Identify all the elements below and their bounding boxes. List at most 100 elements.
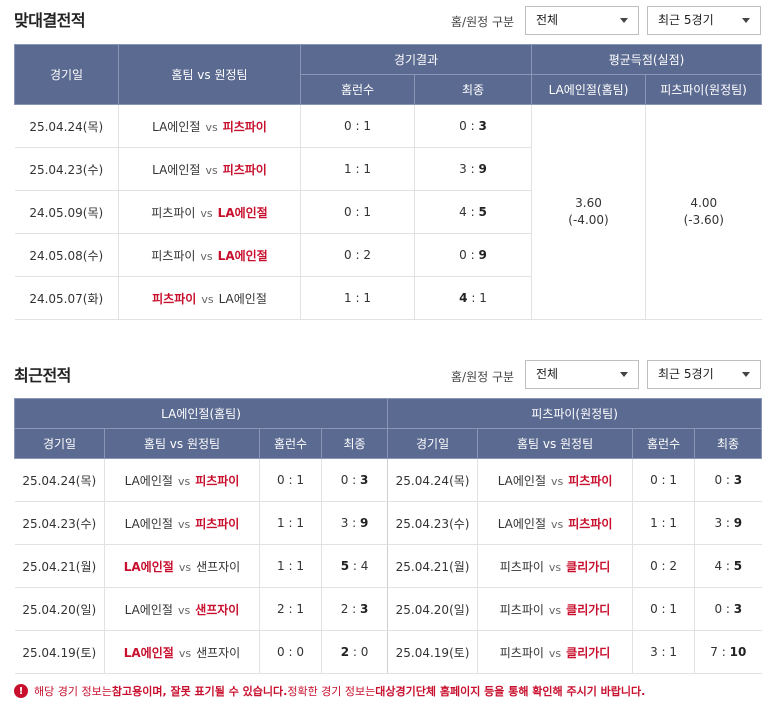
away-team[interactable]: 피츠파이 — [195, 517, 239, 531]
home-team[interactable]: 피츠파이 — [151, 249, 195, 263]
final-score-cell: 5 : 45 : 4 — [320, 544, 388, 588]
home-team[interactable]: 피츠파이 — [151, 206, 195, 220]
final-score-home: 5 — [340, 559, 350, 573]
homeruns-cell: 0 : 2 — [300, 233, 415, 277]
final-score-home: 3 — [459, 162, 467, 176]
h2h-scope-value: 전체 — [536, 13, 559, 27]
notice-text-3: 정확한 경기 정보는 — [287, 685, 376, 698]
h2h-range-select[interactable]: 최근 5경기 — [647, 6, 761, 35]
away-team[interactable]: 클리가디 — [566, 603, 610, 617]
h2h-header-homeruns: 홈런수 — [300, 74, 415, 105]
h2h-header-date: 경기일 — [14, 44, 119, 105]
away-team[interactable]: 샌프자이 — [196, 560, 240, 574]
matchup-cell: 피츠파이 vs LA에인절 — [118, 276, 301, 320]
final-score-away: 5 — [733, 559, 743, 573]
recent-range-select[interactable]: 최근 5경기 — [647, 360, 761, 389]
away-team[interactable]: 클리가디 — [566, 646, 610, 660]
vs-label: vs — [201, 292, 214, 306]
home-team[interactable]: LA에인절 — [124, 646, 174, 660]
final-score-home: 0 — [714, 473, 723, 487]
h2h-header-matchup: 홈팀 vs 원정팀 — [118, 44, 301, 105]
away-team[interactable]: 피츠파이 — [568, 517, 612, 531]
final-score-cell: 4 : 54 : 5 — [694, 544, 762, 588]
vs-label: vs — [178, 560, 192, 574]
final-score-home: 0 — [459, 119, 467, 133]
home-team[interactable]: LA에인절 — [125, 474, 173, 488]
away-team[interactable]: 피츠파이 — [195, 474, 239, 488]
homeruns-cell: 1 : 1 — [300, 147, 415, 191]
recent-scope-select[interactable]: 전체 — [525, 360, 639, 389]
final-score-home: 7 — [710, 645, 718, 659]
final-score-sep: : — [348, 473, 360, 487]
final-score-cell: 3 : 93 : 9 — [413, 147, 532, 191]
home-team[interactable]: LA에인절 — [498, 474, 546, 488]
final-score-cell: 3 : 93 : 9 — [320, 501, 388, 545]
homeruns-cell: 0 : 0 — [259, 630, 322, 674]
h2h-range-value: 최근 5경기 — [658, 13, 714, 27]
matchup-cell: LA에인절 vs 샌프자이 — [104, 587, 260, 631]
home-team[interactable]: LA에인절 — [124, 560, 174, 574]
homeruns-cell: 0 : 1 — [632, 587, 695, 631]
away-team[interactable]: LA에인절 — [218, 249, 268, 263]
final-score-home: 4 — [714, 559, 723, 573]
vs-label: vs — [177, 474, 191, 488]
home-team[interactable]: 피츠파이 — [500, 560, 544, 574]
away-team[interactable]: 피츠파이 — [568, 474, 612, 488]
homeruns-cell: 1 : 1 — [632, 501, 695, 545]
final-score-sep: : — [466, 119, 479, 133]
home-team[interactable]: LA에인절 — [152, 120, 200, 134]
away-team[interactable]: 클리가디 — [566, 560, 610, 574]
away-team[interactable]: 샌프자이 — [196, 646, 240, 660]
date-cell: 25.04.21(월) — [387, 544, 478, 588]
away-team[interactable]: LA에인절 — [219, 292, 267, 306]
vs-label: vs — [177, 517, 191, 531]
home-team[interactable]: LA에인절 — [125, 517, 173, 531]
recent-header-homeruns: 홈런수 — [632, 428, 696, 459]
recent-range-value: 최근 5경기 — [658, 367, 714, 381]
chevron-down-icon — [620, 18, 628, 23]
home-team[interactable]: LA에인절 — [152, 163, 200, 177]
final-score-cell: 3 : 93 : 9 — [694, 501, 762, 545]
vs-label: vs — [550, 517, 564, 531]
homeruns-cell: 1 : 1 — [259, 501, 322, 545]
recent-row: 25.04.21(월)LA에인절vs샌프자이1 : 15 : 45 : 425.… — [14, 544, 762, 588]
final-score-sep: : — [349, 559, 361, 573]
date-cell: 25.04.24(목) — [14, 458, 105, 502]
away-team[interactable]: 피츠파이 — [223, 120, 267, 134]
final-score-sep: : — [348, 516, 360, 530]
final-score-sep: : — [722, 473, 734, 487]
away-team[interactable]: LA에인절 — [218, 206, 268, 220]
home-team[interactable]: LA에인절 — [125, 603, 173, 617]
home-team[interactable]: 피츠파이 — [500, 646, 544, 660]
avg-home-cell: 3.60 (-4.00) — [531, 104, 646, 320]
vs-label: vs — [200, 249, 213, 263]
away-team[interactable]: 피츠파이 — [223, 163, 267, 177]
homeruns-cell: 2 : 1 — [259, 587, 322, 631]
home-team[interactable]: 피츠파이 — [500, 603, 544, 617]
away-team[interactable]: 샌프자이 — [195, 603, 239, 617]
final-score-cell: 4 : 54 : 5 — [413, 190, 532, 234]
final-score-cell: 0 : 30 : 3 — [413, 104, 532, 148]
final-score-away: 3 — [360, 473, 369, 487]
vs-label: vs — [548, 560, 562, 574]
date-cell: 25.04.19(토) — [14, 630, 105, 674]
matchup-cell: 피츠파이 vs 클리가디 — [477, 587, 633, 631]
home-team[interactable]: 피츠파이 — [152, 292, 196, 306]
date-cell: 25.04.19(토) — [387, 630, 478, 674]
final-score-away: 9 — [733, 516, 743, 530]
recent-title: 최근전적 — [14, 366, 71, 385]
matchup-cell: 피츠파이 vs LA에인절 — [118, 190, 301, 234]
final-score-cell: 4 : 14 : 1 — [413, 276, 532, 320]
final-score-sep: : — [466, 205, 479, 219]
exclamation-icon: ! — [14, 684, 28, 698]
vs-label: vs — [550, 474, 564, 488]
h2h-scope-select[interactable]: 전체 — [525, 6, 639, 35]
matchup-cell: LA에인절 vs 피츠파이 — [104, 458, 260, 502]
final-score-away: 3 — [360, 602, 369, 616]
recent-header-date: 경기일 — [387, 428, 479, 459]
date-cell: 25.04.21(월) — [14, 544, 105, 588]
home-team[interactable]: LA에인절 — [498, 517, 546, 531]
notice-text-1: 해당 경기 정보는 — [34, 685, 112, 698]
matchup-cell: 피츠파이 vs 클리가디 — [477, 630, 633, 674]
date-cell: 25.04.23(수) — [14, 147, 119, 191]
